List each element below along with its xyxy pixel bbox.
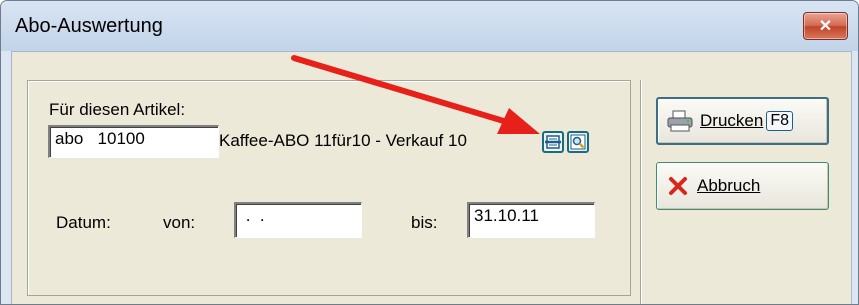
- magnifier-icon: [570, 134, 586, 150]
- article-description: Kaffee-ABO 11für10 - Verkauf 10: [219, 131, 467, 150]
- print-label: Drucken: [700, 111, 764, 130]
- title-bar[interactable]: Abo-Auswertung ✕: [1, 1, 858, 51]
- print-button[interactable]: Drucken F8: [656, 97, 829, 145]
- article-list-button[interactable]: [542, 131, 564, 153]
- cancel-label: Abbruch: [697, 176, 761, 195]
- to-label: bis:: [411, 213, 438, 232]
- date-to-input[interactable]: 31.10.11: [467, 202, 595, 238]
- red-x-icon: [669, 177, 687, 195]
- dialog-client-area: Für diesen Artikel: abo 10100 Kaffee-ABO…: [11, 51, 852, 304]
- list-icon: [545, 135, 561, 149]
- print-shortcut-badge: F8: [766, 111, 793, 131]
- printer-icon: [667, 110, 693, 132]
- window-title: Abo-Auswertung: [15, 15, 163, 37]
- button-separator: [640, 80, 642, 304]
- close-button[interactable]: ✕: [803, 12, 848, 40]
- article-search-button[interactable]: [567, 131, 589, 153]
- date-from-input[interactable]: . .: [234, 202, 362, 238]
- article-number-input[interactable]: abo 10100: [48, 125, 219, 158]
- dialog-window: Abo-Auswertung ✕ Für diesen Artikel: abo…: [0, 0, 859, 305]
- date-label: Datum:: [56, 213, 111, 232]
- from-label: von:: [163, 213, 196, 232]
- close-icon: ✕: [818, 18, 833, 35]
- article-label: Für diesen Artikel:: [49, 100, 186, 119]
- cancel-button[interactable]: Abbruch: [656, 162, 829, 210]
